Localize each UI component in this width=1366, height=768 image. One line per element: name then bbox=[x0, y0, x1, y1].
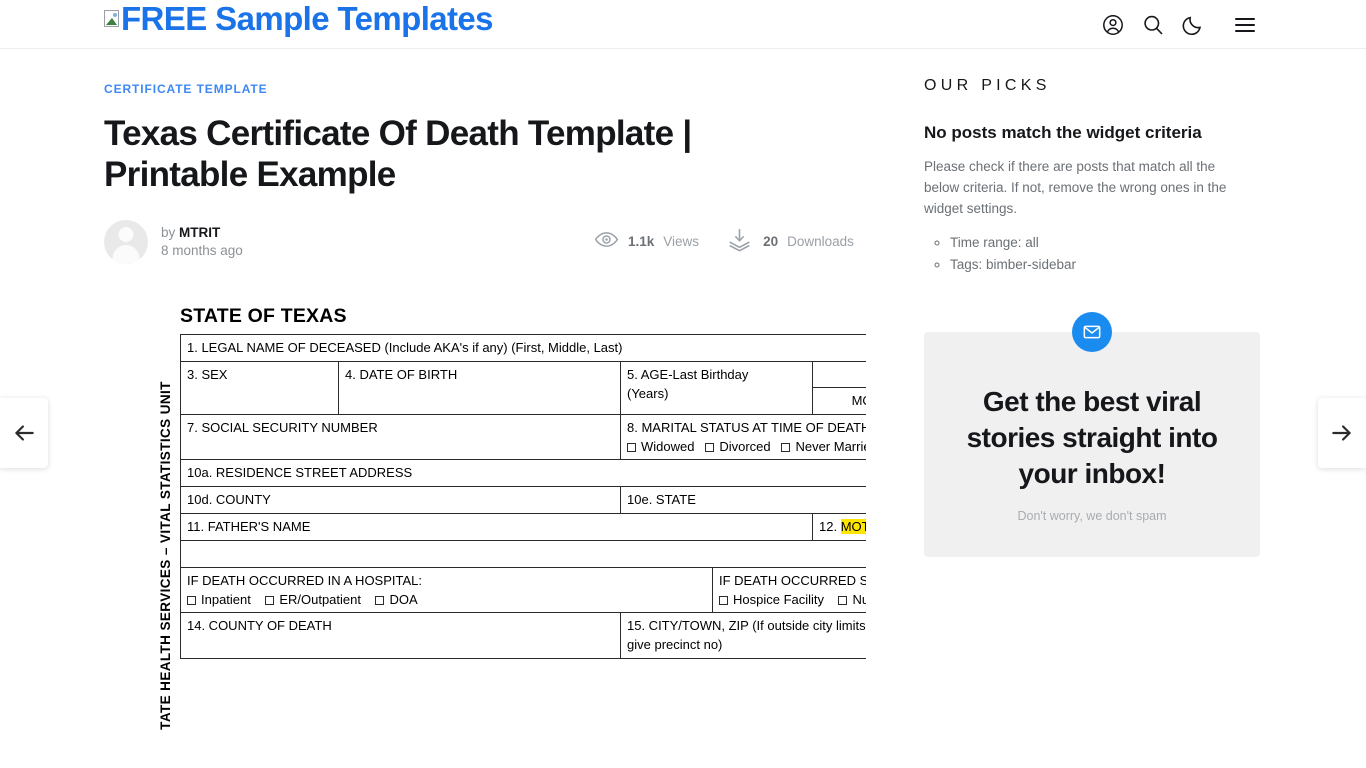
views-count: 1.1k bbox=[628, 234, 655, 250]
field-under-1yr: IF UNDER 1 YR MO DAYS bbox=[812, 360, 866, 415]
site-header: FREE Sample Templates bbox=[0, 0, 1366, 49]
table-row: 1. LEGAL NAME OF DECEASED (Include AKA's… bbox=[179, 333, 866, 362]
site-title: FREE Sample Templates bbox=[121, 0, 494, 37]
table-row: 14. COUNTY OF DEATH 15. CITY/TOWN, ZIP (… bbox=[180, 612, 866, 660]
table-row: IF DEATH OCCURRED IN A HOSPITAL: Inpatie… bbox=[180, 566, 866, 614]
menu-bar bbox=[1235, 23, 1255, 26]
author-name[interactable]: MTRIT bbox=[179, 225, 220, 240]
field-8: 8. MARITAL STATUS AT TIME OF DEATH Marri… bbox=[620, 413, 866, 461]
field-7: 7. SOCIAL SECURITY NUMBER bbox=[180, 413, 621, 461]
avatar bbox=[104, 219, 148, 264]
account-icon[interactable] bbox=[1100, 12, 1126, 38]
eye-icon bbox=[594, 227, 619, 257]
downloads-label: Downloads bbox=[787, 234, 854, 250]
checkbox-widowed[interactable] bbox=[627, 442, 636, 452]
state-heading: STATE OF TEXAS bbox=[180, 304, 347, 327]
downloads-count: 20 bbox=[763, 234, 779, 250]
site-logo[interactable]: FREE Sample Templates bbox=[104, 0, 494, 37]
table-row: 10d. COUNTY 10e. STATE 10f. ZIP COD bbox=[180, 486, 866, 515]
field-1: 1. LEGAL NAME OF DECEASED (Include AKA's… bbox=[179, 333, 866, 362]
field-3: 3. SEX bbox=[180, 360, 339, 415]
dark-mode-icon[interactable] bbox=[1180, 12, 1206, 38]
field-5: 5. AGE-Last Birthday (Years) bbox=[620, 360, 813, 415]
vertical-agency-label: TATE HEALTH SERVICES – VITAL STATISTICS … bbox=[157, 381, 173, 731]
sidebar: OUR PICKS No posts match the widget crit… bbox=[924, 49, 1264, 768]
post-meta-row: by MTRIT 8 months ago 1.1k Views 20 Down… bbox=[104, 219, 866, 265]
views-label: Views bbox=[663, 234, 700, 250]
menu-bar bbox=[1235, 29, 1255, 32]
list-item: Time range: all bbox=[950, 233, 1264, 254]
content-wrapper: CERTIFICATE TEMPLATE Texas Certificate O… bbox=[104, 49, 1264, 768]
newsletter-note: Don't worry, we don't spam bbox=[1017, 508, 1167, 523]
widget-criteria-list: Time range: all Tags: bimber-sidebar bbox=[924, 233, 1264, 276]
certificate-content: STATE OF TEXAS CERTIFICATE OF DEATH TATE… bbox=[152, 281, 866, 730]
field-4: 4. DATE OF BIRTH bbox=[338, 360, 621, 415]
menu-icon[interactable] bbox=[1232, 12, 1258, 38]
newsletter-widget: Get the best viral stories straight into… bbox=[924, 311, 1260, 557]
table-row: 11. FATHER'S NAME 12. MOTHER'S NAME PRIO… bbox=[180, 513, 866, 541]
table-row: 7. SOCIAL SECURITY NUMBER 8. MARITAL STA… bbox=[180, 413, 866, 461]
previous-post-arrow[interactable] bbox=[0, 398, 48, 468]
post-stats: 1.1k Views 20 Downloads bbox=[594, 225, 854, 259]
field-12: 12. MOTHER'S NAME PRIOR bbox=[811, 513, 866, 541]
widget-empty-heading: No posts match the widget criteria bbox=[924, 123, 1202, 142]
field-14: 14. COUNTY OF DEATH bbox=[180, 612, 621, 660]
field-13: 13. PLACE OF DEATH (CHECK ONLY ON bbox=[179, 539, 866, 568]
checkbox-er-outpatient[interactable] bbox=[265, 595, 275, 605]
checkbox-hospice[interactable] bbox=[719, 595, 728, 605]
table-row: 13. PLACE OF DEATH (CHECK ONLY ON bbox=[179, 539, 866, 568]
field-other-place-group: IF DEATH OCCURRED SOMEWHERE OTHER THAN A… bbox=[711, 566, 866, 614]
checkbox-never-married[interactable] bbox=[781, 442, 791, 452]
checkbox-nursing-home[interactable] bbox=[838, 595, 848, 605]
table-row: 10a. RESIDENCE STREET ADDRESS bbox=[179, 459, 866, 488]
page-title: Texas Certificate Of Death Template | Pr… bbox=[104, 114, 692, 194]
post-date: 8 months ago bbox=[161, 242, 243, 258]
widget-title-our-picks: OUR PICKS bbox=[924, 77, 1051, 94]
next-post-arrow[interactable] bbox=[1318, 398, 1366, 468]
search-icon[interactable] bbox=[1140, 12, 1166, 38]
certificate-image[interactable]: STATE OF TEXAS CERTIFICATE OF DEATH TATE… bbox=[104, 280, 866, 768]
field-11: 11. FATHER'S NAME bbox=[180, 513, 813, 541]
field-hospital-group: IF DEATH OCCURRED IN A HOSPITAL: Inpatie… bbox=[180, 566, 713, 614]
certificate-table: 1. LEGAL NAME OF DECEASED (Include AKA's… bbox=[179, 333, 866, 660]
table-row: 3. SEX 4. DATE OF BIRTH 5. AGE-Last Birt… bbox=[180, 360, 866, 415]
menu-bar bbox=[1235, 17, 1255, 20]
page-body: CERTIFICATE TEMPLATE Texas Certificate O… bbox=[0, 49, 1366, 768]
list-item: Tags: bimber-sidebar bbox=[950, 255, 1264, 276]
article-column: CERTIFICATE TEMPLATE Texas Certificate O… bbox=[104, 49, 866, 768]
byline-prefix: by bbox=[161, 224, 176, 240]
certificate-headings: STATE OF TEXAS CERTIFICATE OF DEATH bbox=[152, 281, 866, 334]
checkbox-inpatient[interactable] bbox=[187, 595, 196, 605]
field-10d: 10d. COUNTY bbox=[180, 486, 621, 515]
checkbox-divorced[interactable] bbox=[705, 442, 715, 452]
downloads-stat: 20 Downloads bbox=[725, 225, 854, 259]
highlight-mothers-name: MOTHER'S NAME PRIOR bbox=[840, 519, 866, 535]
newsletter-heading: Get the best viral stories straight into… bbox=[966, 385, 1218, 490]
field-10e: 10e. STATE bbox=[620, 486, 866, 515]
download-icon bbox=[725, 225, 754, 259]
widget-empty-body: Please check if there are posts that mat… bbox=[924, 159, 1227, 216]
field-15: 15. CITY/TOWN, ZIP (If outside city limi… bbox=[620, 612, 866, 660]
broken-image-icon bbox=[104, 10, 119, 27]
byline: by MTRIT 8 months ago bbox=[161, 224, 243, 260]
field-10a: 10a. RESIDENCE STREET ADDRESS bbox=[179, 459, 866, 488]
post-category-link[interactable]: CERTIFICATE TEMPLATE bbox=[104, 82, 268, 96]
checkbox-doa[interactable] bbox=[375, 595, 385, 605]
envelope-icon bbox=[1072, 311, 1112, 352]
newsletter-box: Get the best viral stories straight into… bbox=[924, 331, 1260, 557]
header-actions bbox=[1100, 0, 1258, 49]
views-stat: 1.1k Views bbox=[594, 227, 699, 257]
